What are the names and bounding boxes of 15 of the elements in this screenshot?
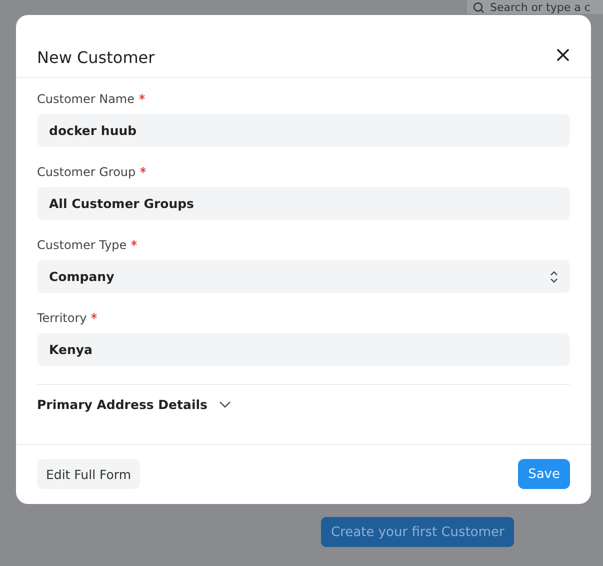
field-label: Customer Group: [37, 165, 136, 179]
close-icon[interactable]: [557, 49, 569, 61]
input-field[interactable]: All Customer Groups: [37, 187, 570, 220]
sort-icon: [550, 270, 558, 282]
input-field[interactable]: Kenya: [37, 333, 570, 366]
search-field[interactable]: Search or type a c: [467, 0, 603, 14]
dialog-title: New Customer: [37, 48, 155, 66]
search-icon: [473, 2, 484, 12]
edit-full-form-button[interactable]: Edit Full Form: [37, 459, 140, 489]
input-field[interactable]: docker huub: [37, 114, 570, 147]
select-field[interactable]: Company: [37, 260, 570, 293]
field-label: Customer Type: [37, 238, 127, 252]
field-label: Customer Name: [37, 92, 135, 106]
section-toggle[interactable]: Primary Address Details: [37, 384, 570, 426]
field-label: Territory: [37, 311, 87, 325]
